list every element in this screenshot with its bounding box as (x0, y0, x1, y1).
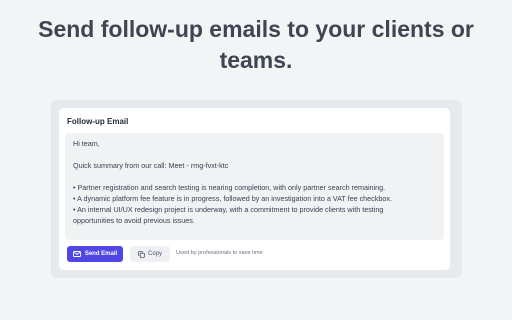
email-greeting: Hi team, (73, 139, 100, 148)
send-email-button[interactable]: Send Email (67, 246, 123, 262)
headline-line-2: teams. (219, 47, 293, 73)
email-bullet-3: • An internal UI/UX redesign project is … (73, 205, 384, 214)
social-proof-text: Used by professionals to save time (176, 250, 263, 256)
email-bullet-3-continued: opportunities to avoid previous issues. (73, 216, 195, 225)
copy-button[interactable]: Copy (130, 246, 170, 262)
email-title: Follow-up Email (67, 117, 129, 126)
headline-line-1: Send follow-up emails to your clients or (38, 16, 474, 42)
copy-icon (138, 250, 145, 258)
copy-label: Copy (147, 251, 162, 257)
email-body[interactable]: Hi team, Quick summary from our call: Me… (65, 133, 444, 240)
send-email-label: Send Email (84, 251, 118, 257)
email-summary: Quick summary from our call: Meet - rmg-… (73, 161, 229, 170)
page-headline: Send follow-up emails to your clients or… (0, 14, 512, 76)
mail-icon (72, 251, 81, 257)
email-bullet-1: • Partner registration and search testin… (73, 183, 386, 192)
email-bullet-2: • A dynamic platform fee feature is in p… (73, 194, 392, 203)
